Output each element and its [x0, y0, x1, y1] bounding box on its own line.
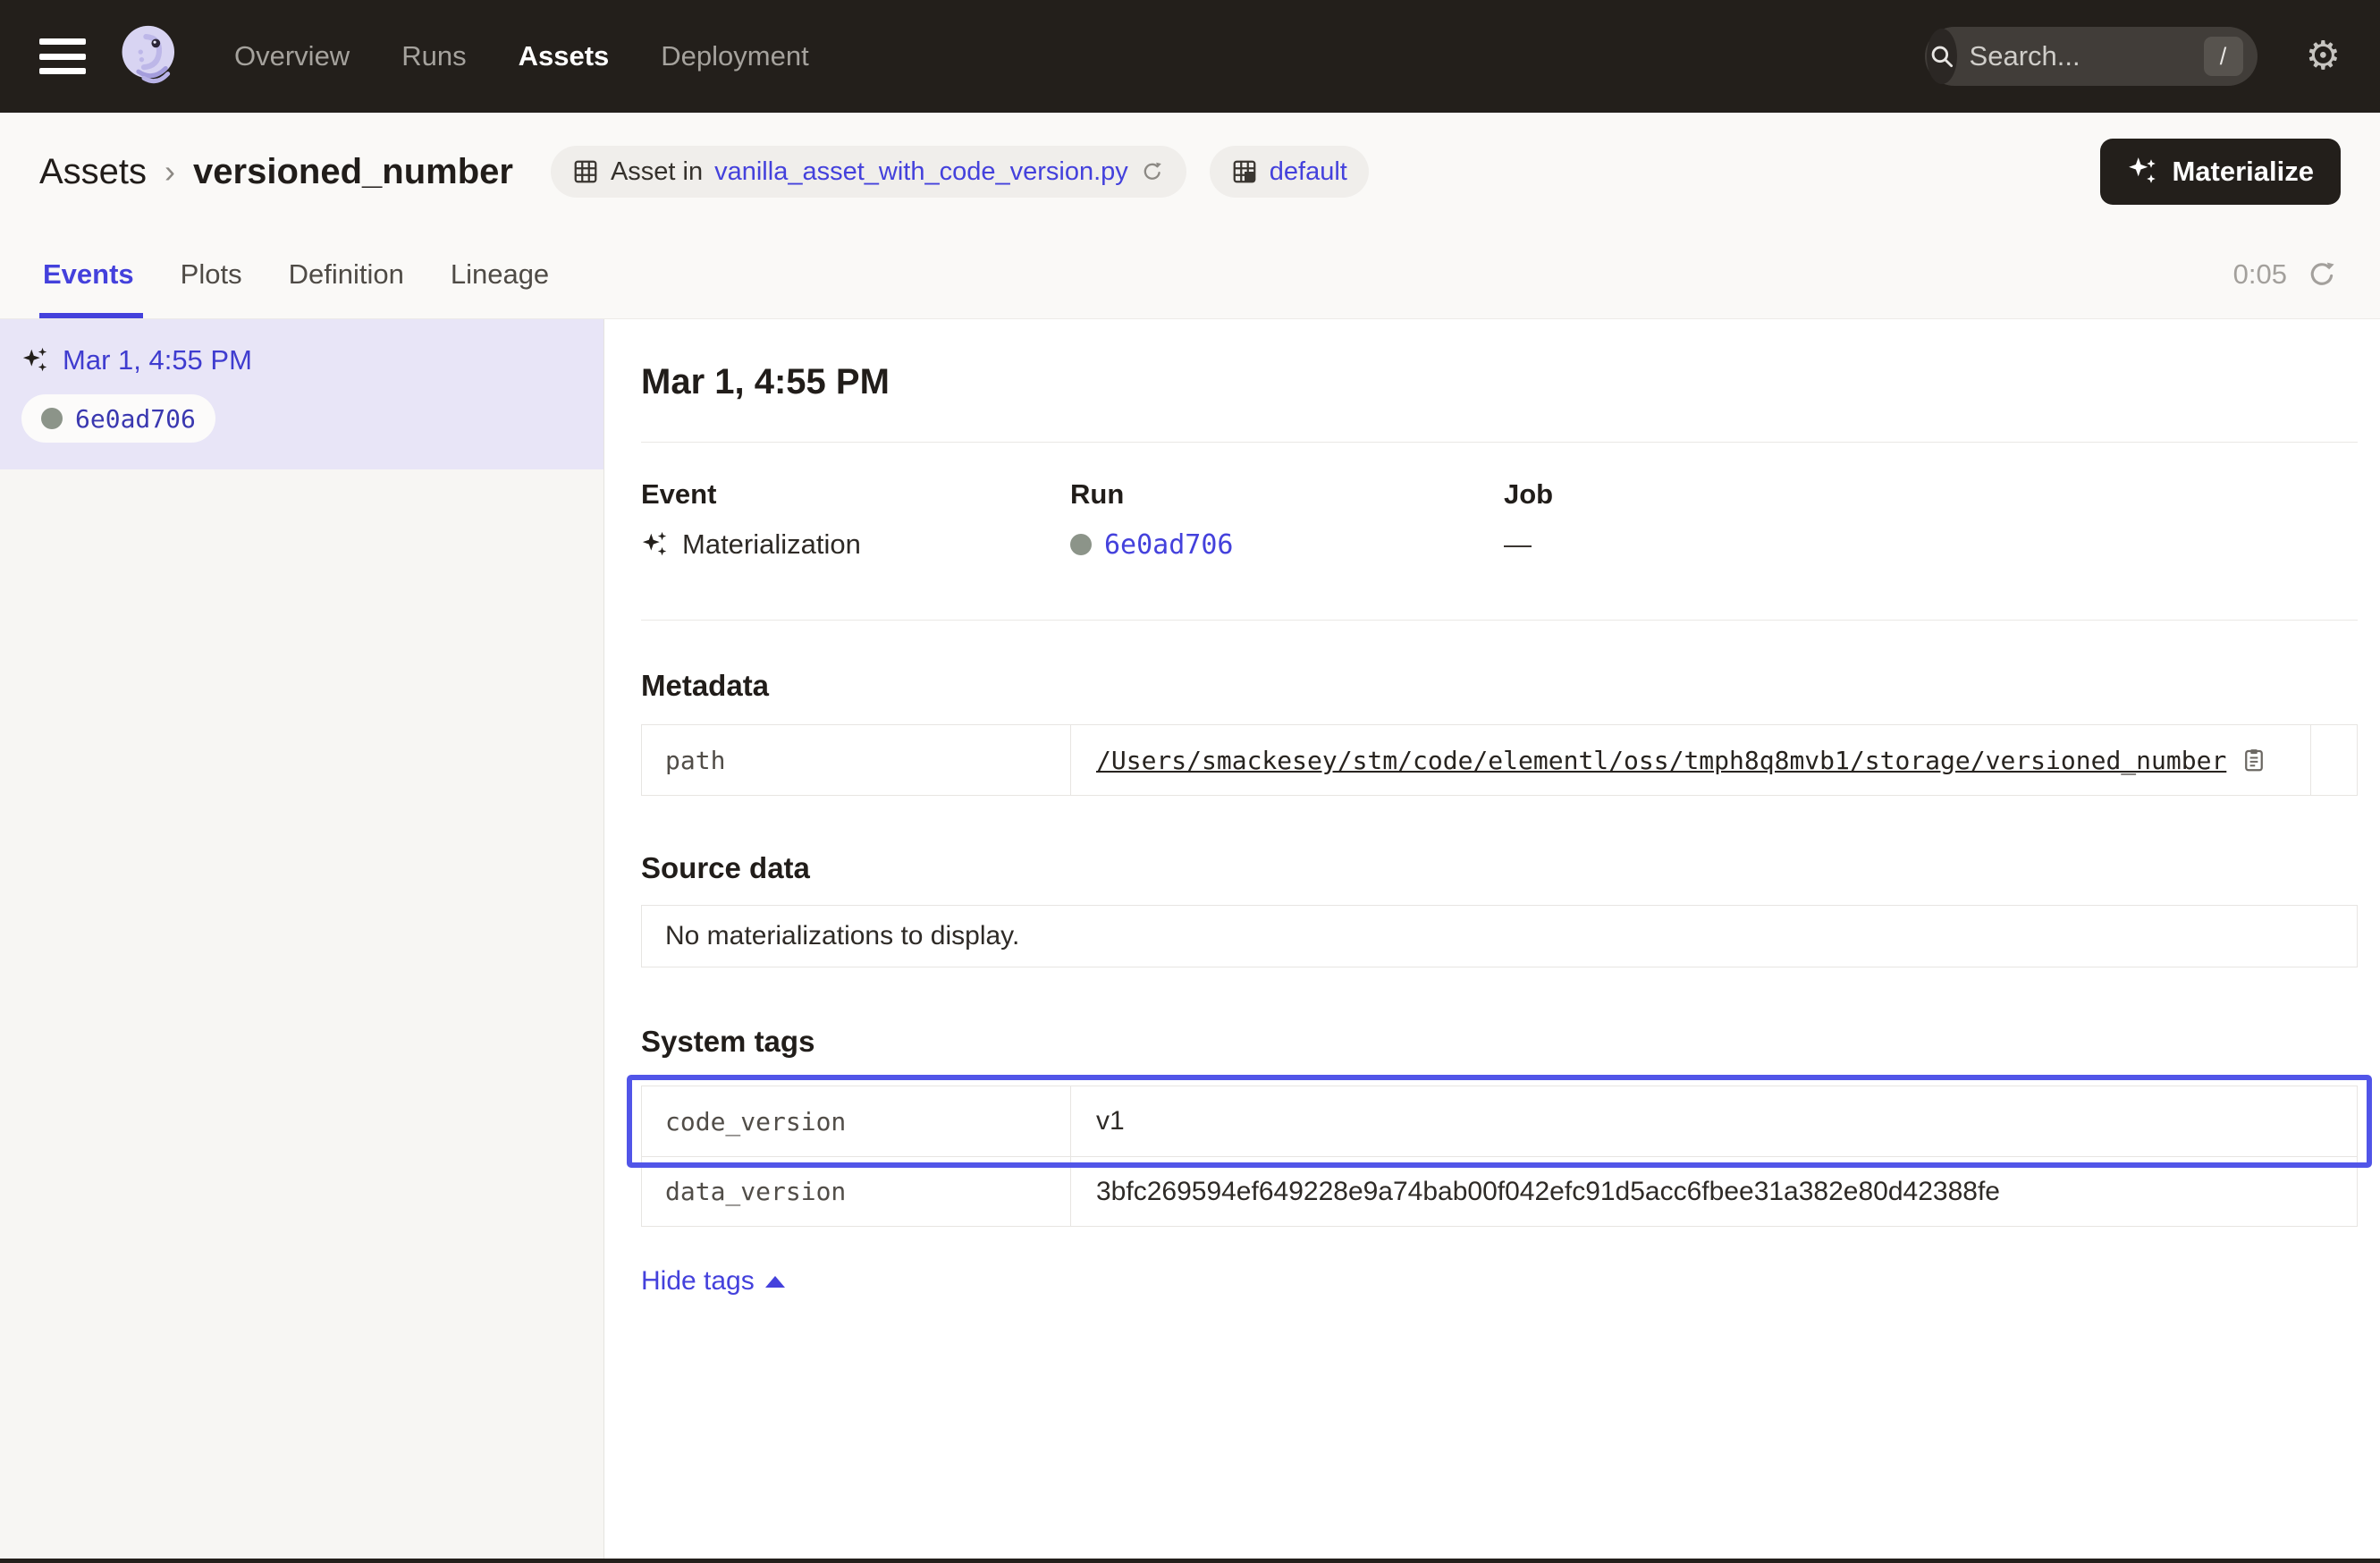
materialization-sparkle-icon — [21, 346, 50, 375]
system-tag-row-data-version: data_version 3bfc269594ef649228e9a74bab0… — [642, 1156, 2357, 1226]
tabs-bar: Events Plots Definition Lineage 0:05 — [0, 231, 2380, 318]
run-status-dot — [41, 408, 63, 429]
source-data-heading: Source data — [641, 851, 2358, 885]
run-id-label: 6e0ad706 — [75, 404, 196, 434]
events-sidebar: Mar 1, 4:55 PM 6e0ad706 — [0, 319, 604, 1559]
nav-item-deployment[interactable]: Deployment — [661, 40, 808, 72]
event-detail-panel: Mar 1, 4:55 PM Event Run Job Materializa… — [604, 319, 2380, 1559]
source-data-empty-message: No materializations to display. — [665, 921, 1019, 951]
event-list-item[interactable]: Mar 1, 4:55 PM 6e0ad706 — [0, 319, 603, 469]
event-timestamp: Mar 1, 4:55 PM — [63, 344, 252, 376]
search-shortcut-badge: / — [2204, 37, 2243, 76]
metadata-table: path /Users/smackesey/stm/code/elementl/… — [641, 724, 2358, 796]
asset-definition-pill[interactable]: Asset in vanilla_asset_with_code_version… — [551, 146, 1186, 198]
tab-plots[interactable]: Plots — [181, 231, 242, 318]
run-id-link[interactable]: 6e0ad706 — [1104, 529, 1234, 561]
event-type-value: Materialization — [682, 528, 861, 561]
copy-clipboard-icon[interactable] — [2241, 747, 2267, 773]
asset-pill-prefix: Asset in — [611, 157, 703, 187]
event-column-label: Event — [641, 478, 1070, 511]
system-tags-heading: System tags — [641, 1025, 2358, 1059]
page-header: Assets › versioned_number Asset in vanil… — [0, 113, 2380, 231]
tab-definition[interactable]: Definition — [289, 231, 404, 318]
asset-group-link[interactable]: default — [1270, 157, 1347, 187]
divider — [641, 620, 2358, 621]
system-tag-value: 3bfc269594ef649228e9a74bab00f042efc91d5a… — [1096, 1177, 2000, 1207]
run-id-pill[interactable]: 6e0ad706 — [21, 394, 215, 443]
system-tag-key: code_version — [642, 1086, 1071, 1156]
run-column-label: Run — [1070, 478, 1504, 511]
hide-tags-label: Hide tags — [641, 1266, 755, 1297]
nav-item-overview[interactable]: Overview — [234, 40, 350, 72]
search-icon — [1927, 29, 1957, 84]
metadata-path-link[interactable]: /Users/smackesey/stm/code/elementl/oss/t… — [1096, 746, 2226, 775]
search-box[interactable]: / — [1925, 27, 2258, 86]
nav-item-runs[interactable]: Runs — [401, 40, 466, 72]
system-tag-key: data_version — [642, 1157, 1071, 1226]
hide-tags-link[interactable]: Hide tags — [641, 1266, 785, 1297]
asset-file-link[interactable]: vanilla_asset_with_code_version.py — [714, 157, 1128, 187]
asset-group-pill[interactable]: default — [1210, 146, 1369, 198]
asset-group-icon — [1231, 158, 1258, 185]
system-tags-table: code_version v1 data_version 3bfc269594e… — [641, 1086, 2358, 1227]
hamburger-menu-icon[interactable] — [39, 38, 89, 74]
content-area: Mar 1, 4:55 PM 6e0ad706 Mar 1, 4:55 PM E… — [0, 318, 2380, 1559]
breadcrumb-assets-link[interactable]: Assets — [39, 152, 147, 192]
search-input[interactable] — [1957, 40, 2339, 72]
breadcrumb-separator: › — [165, 153, 175, 190]
refresh-timer: 0:05 — [2233, 258, 2287, 291]
materialize-button[interactable]: Materialize — [2100, 139, 2341, 205]
tab-events[interactable]: Events — [43, 231, 134, 318]
caret-up-icon — [765, 1276, 785, 1288]
tab-lineage[interactable]: Lineage — [451, 231, 549, 318]
page-title: versioned_number — [193, 152, 513, 192]
reload-icon[interactable] — [1140, 159, 1165, 184]
job-column-label: Job — [1504, 478, 2358, 511]
nav-right: / ⚙ — [1925, 27, 2341, 86]
metadata-row-gutter — [2310, 725, 2357, 795]
materialization-sparkle-icon — [641, 530, 670, 559]
nav-item-assets[interactable]: Assets — [519, 40, 610, 72]
system-tag-value: v1 — [1096, 1106, 1125, 1136]
primary-nav: Overview Runs Assets Deployment — [234, 40, 809, 72]
window-bottom-edge — [0, 1559, 2380, 1563]
system-tag-row-code-version: code_version v1 — [642, 1086, 2357, 1156]
divider — [641, 442, 2358, 443]
source-data-empty-box: No materializations to display. — [641, 905, 2358, 967]
run-status-dot — [1070, 534, 1092, 555]
metadata-heading: Metadata — [641, 669, 2358, 703]
dagster-logo[interactable] — [114, 21, 184, 91]
grid-icon — [572, 158, 599, 185]
job-empty-value: — — [1504, 528, 1532, 561]
breadcrumb: Assets › versioned_number — [39, 152, 513, 192]
metadata-key: path — [642, 725, 1071, 795]
sparkles-icon — [2127, 156, 2159, 188]
refresh-icon[interactable] — [2307, 259, 2337, 290]
top-nav: Overview Runs Assets Deployment / ⚙ — [0, 0, 2380, 113]
metadata-row-path: path /Users/smackesey/stm/code/elementl/… — [642, 725, 2357, 795]
materialize-button-label: Materialize — [2172, 156, 2314, 188]
event-heading: Mar 1, 4:55 PM — [641, 362, 2358, 402]
event-summary: Event Run Job Materialization 6e0ad706 — — [641, 478, 2358, 561]
refresh-status: 0:05 — [2233, 231, 2337, 318]
